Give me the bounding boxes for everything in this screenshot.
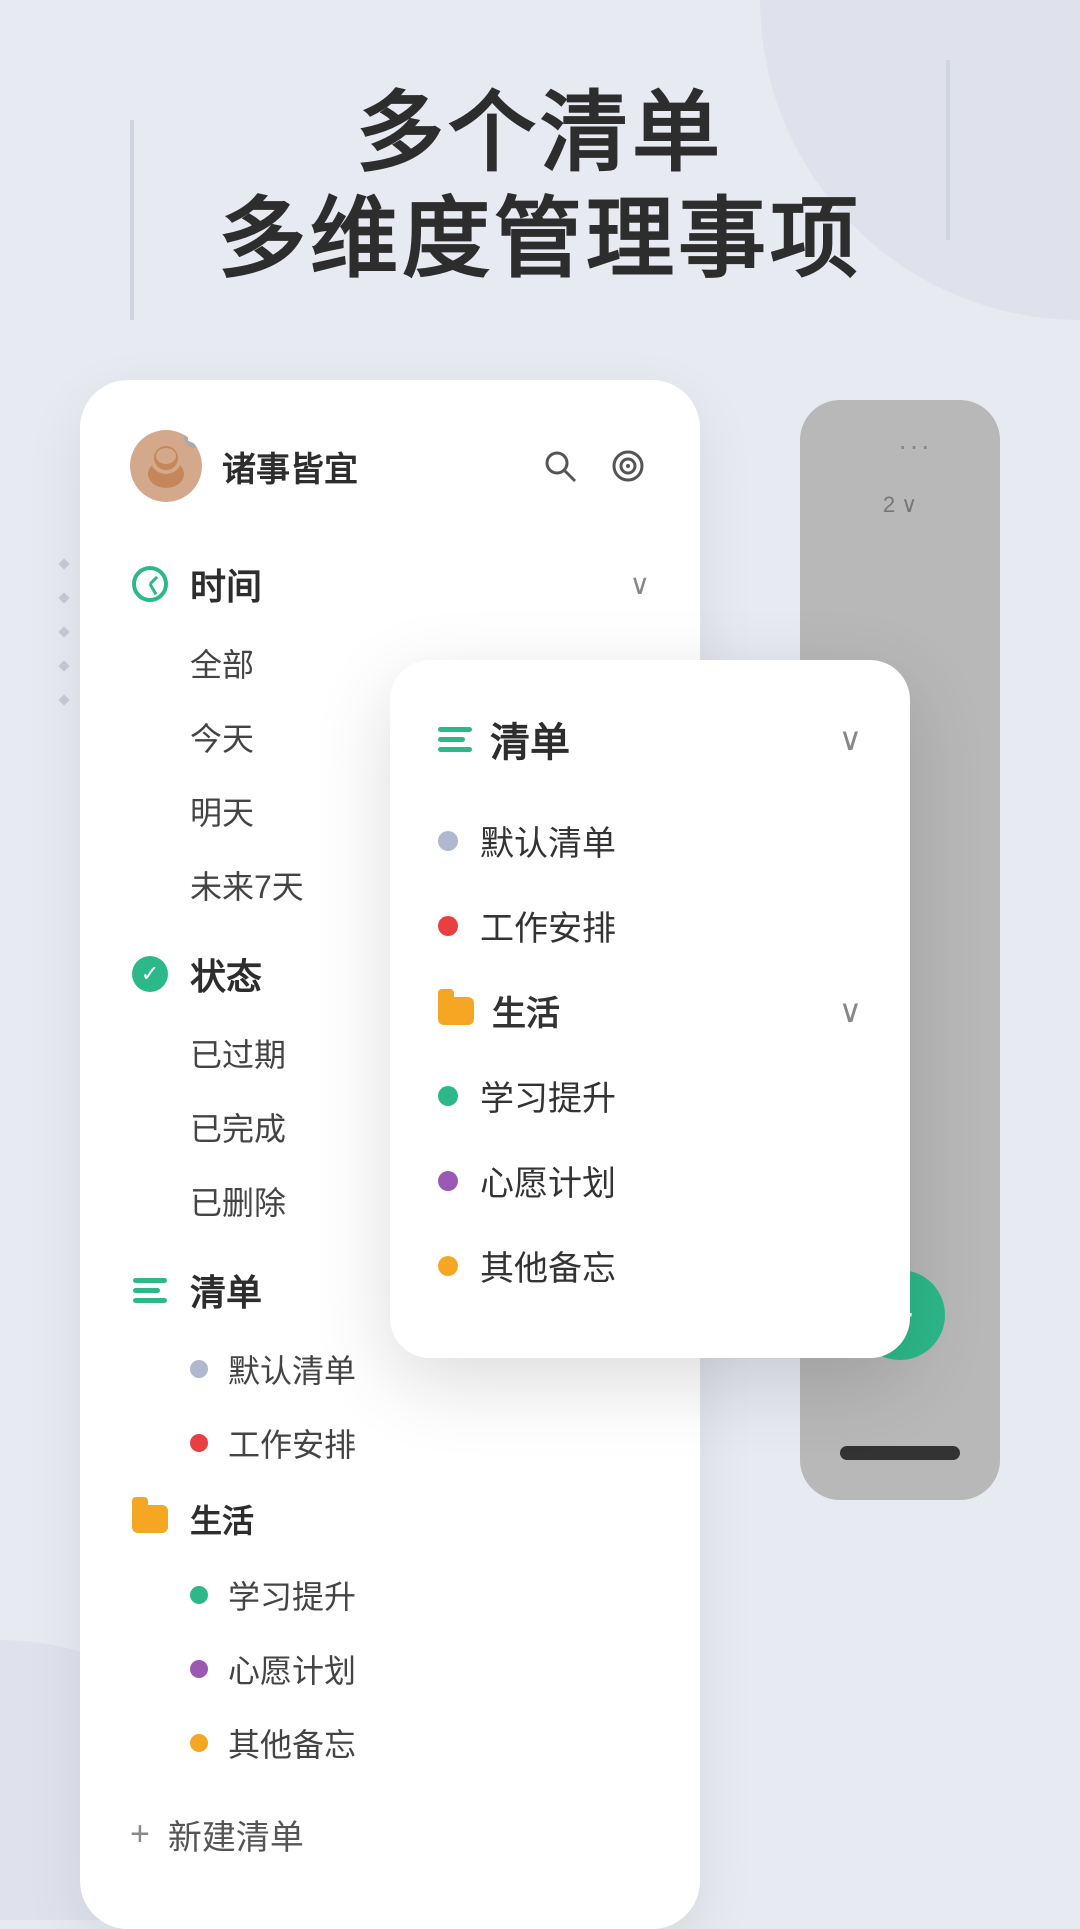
- clock-icon: [130, 564, 170, 604]
- back-panel-header: ···: [868, 430, 932, 462]
- page-title-line2: 多维度管理事项: [80, 186, 1000, 292]
- list-default-dot: [190, 1360, 208, 1378]
- user-header: 诸事皆宜: [130, 430, 650, 502]
- new-list-button[interactable]: + 新建清单: [130, 1790, 650, 1879]
- overlay-list-icon: [438, 727, 472, 752]
- badge-count: 2 ∨: [883, 492, 917, 518]
- folder-life-header[interactable]: 生活: [130, 1480, 650, 1558]
- time-section-header[interactable]: 时间 ∨: [130, 542, 650, 626]
- folder-life-left: 生活: [130, 1496, 254, 1542]
- overlay-wish-dot: [438, 1171, 458, 1191]
- username: 诸事皆宜: [222, 442, 358, 491]
- overlay-panel: 清单 ∨ 默认清单 工作安排 生活 ∨ 学习提升 心愿计划: [390, 660, 910, 1358]
- more-dots-icon: ···: [898, 430, 932, 462]
- plus-icon: +: [130, 1815, 150, 1854]
- list-wish-item[interactable]: 心愿计划: [130, 1632, 650, 1706]
- target-button[interactable]: [606, 444, 650, 488]
- overlay-study-item[interactable]: 学习提升: [438, 1053, 862, 1138]
- overlay-work-label: 工作安排: [480, 901, 616, 950]
- overlay-study-label: 学习提升: [480, 1071, 616, 1120]
- list-memo-dot: [190, 1734, 208, 1752]
- overlay-default-dot: [438, 831, 458, 851]
- page-title-line1: 多个清单: [80, 80, 1000, 186]
- list-section-left: 清单: [130, 1264, 262, 1316]
- status-section-left: ✓ 状态: [130, 948, 262, 1000]
- time-chevron-icon: ∨: [630, 568, 651, 601]
- time-section-left: 时间: [130, 558, 262, 610]
- list-work-dot: [190, 1434, 208, 1452]
- home-indicator: [840, 1446, 960, 1460]
- list-section-title: 清单: [190, 1264, 262, 1316]
- overlay-default-item[interactable]: 默认清单: [438, 798, 862, 883]
- header: 多个清单 多维度管理事项: [0, 80, 1080, 291]
- list-wish-dot: [190, 1660, 208, 1678]
- overlay-folder-left: 生活: [438, 986, 560, 1035]
- status-section-title: 状态: [190, 948, 262, 1000]
- user-info: 诸事皆宜: [130, 430, 358, 502]
- overlay-section-header[interactable]: 清单 ∨: [438, 710, 862, 768]
- new-list-label: 新建清单: [168, 1810, 304, 1859]
- overlay-work-item[interactable]: 工作安排: [438, 883, 862, 968]
- time-section-title: 时间: [190, 558, 262, 610]
- search-button[interactable]: [538, 444, 582, 488]
- list-icon: [130, 1270, 170, 1310]
- overlay-wish-item[interactable]: 心愿计划: [438, 1138, 862, 1223]
- overlay-work-dot: [438, 916, 458, 936]
- search-icon: [542, 448, 578, 484]
- overlay-folder-chevron-icon: ∨: [839, 992, 862, 1030]
- status-icon: ✓: [130, 954, 170, 994]
- overlay-memo-label: 其他备忘: [480, 1241, 616, 1290]
- shield-icon: [188, 430, 202, 444]
- list-memo-item[interactable]: 其他备忘: [130, 1706, 650, 1780]
- overlay-folder-icon: [438, 997, 474, 1025]
- avatar[interactable]: [130, 430, 202, 502]
- target-icon: [610, 448, 646, 484]
- overlay-folder-title: 生活: [492, 986, 560, 1035]
- list-study-dot: [190, 1586, 208, 1604]
- overlay-folder-life[interactable]: 生活 ∨: [438, 968, 862, 1053]
- overlay-default-label: 默认清单: [480, 816, 616, 865]
- panels-container: ··· 2 ∨ +: [80, 380, 1000, 1860]
- folder-life-title: 生活: [190, 1496, 254, 1542]
- overlay-study-dot: [438, 1086, 458, 1106]
- overlay-section-left: 清单: [438, 710, 570, 768]
- list-study-item[interactable]: 学习提升: [130, 1558, 650, 1632]
- overlay-chevron-icon: ∨: [839, 720, 862, 758]
- header-icons: [538, 444, 650, 488]
- overlay-memo-item[interactable]: 其他备忘: [438, 1223, 862, 1308]
- folder-icon: [130, 1499, 170, 1539]
- list-work-item[interactable]: 工作安排: [130, 1406, 650, 1480]
- overlay-wish-label: 心愿计划: [480, 1156, 616, 1205]
- overlay-section-title: 清单: [490, 710, 570, 768]
- overlay-memo-dot: [438, 1256, 458, 1276]
